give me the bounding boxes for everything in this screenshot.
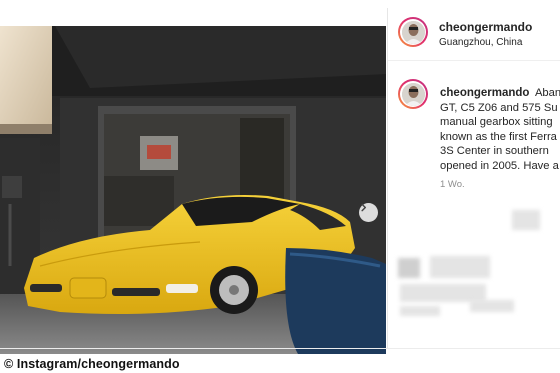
- post-photo[interactable]: [0, 26, 386, 354]
- header-divider: [388, 60, 560, 61]
- caption-line: manual gearbox sitting: [440, 116, 553, 128]
- author-username[interactable]: cheongermando: [439, 20, 532, 34]
- caption-line: opened in 2005. Have a: [440, 159, 559, 172]
- post-location[interactable]: Guangzhou, China: [439, 37, 522, 48]
- caption-line: GT, C5 Z06 and 575 Su: [440, 101, 558, 114]
- blurred-comment: [430, 256, 490, 278]
- footer-divider: [0, 348, 560, 349]
- pane-divider: [387, 8, 388, 348]
- chevron-right-icon: [361, 203, 367, 212]
- blurred-comment: [398, 258, 420, 278]
- caption-line: cheongermando Aban: [440, 87, 560, 99]
- caption-avatar[interactable]: [398, 79, 428, 109]
- photo-credit: © Instagram/cheongermando: [4, 357, 180, 371]
- blurred-comment: [470, 300, 514, 312]
- caption-line: 3S Center in southern: [440, 145, 549, 157]
- garage-car-image: [0, 26, 386, 354]
- author-avatar[interactable]: [398, 17, 428, 47]
- avatar-photo: [401, 20, 425, 44]
- blurred-comment: [400, 306, 440, 316]
- caption-line: known as the first Ferra: [440, 130, 557, 143]
- post-caption: cheongermando Aban GT, C5 Z06 and 575 Su…: [440, 86, 560, 173]
- next-slide-button[interactable]: [359, 203, 378, 222]
- caption-username[interactable]: cheongermando: [440, 87, 529, 99]
- avatar-photo: [401, 82, 425, 106]
- post-timestamp[interactable]: 1 Wo.: [440, 179, 465, 190]
- blurred-comment: [512, 210, 540, 230]
